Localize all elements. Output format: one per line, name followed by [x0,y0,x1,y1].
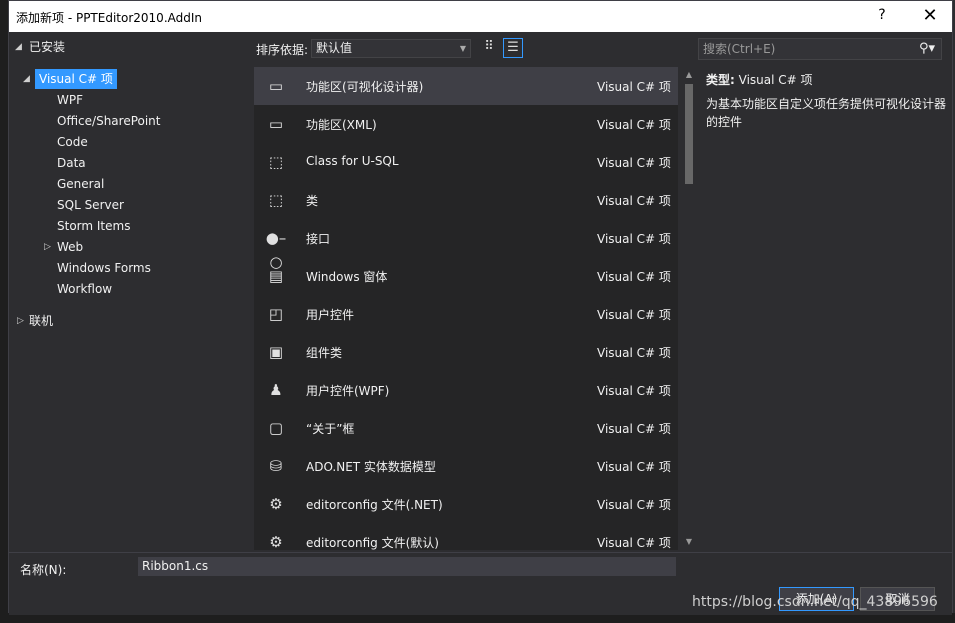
interface-icon: ●–○ [265,229,287,271]
tree-item-sql-server[interactable]: SQL Server [57,195,124,215]
wpf-user-control-icon: ♟ [269,381,283,399]
title-bar: 添加新项 - PPTEditor2010.AddIn ? ✕ [9,1,952,32]
template-type: Visual C# 项 [597,80,671,94]
template-name: editorconfig 文件(.NET) [306,498,443,512]
collapse-arrow-icon[interactable]: ▷ [17,316,24,326]
template-row-ribbon-visual[interactable]: ▭ 功能区(可视化设计器) Visual C# 项 [254,67,678,105]
template-list-scrollbar[interactable]: ▲ ▼ [682,67,696,550]
form-icon: ▤ [268,267,284,285]
tree-item-wpf[interactable]: WPF [57,90,83,110]
template-row-ado-entity-model[interactable]: ⛁ ADO.NET 实体数据模型 Visual C# 项 [254,447,678,485]
template-name: ADO.NET 实体数据模型 [306,460,436,474]
template-type: Visual C# 项 [597,270,671,284]
entity-model-icon: ⛁ [269,457,283,475]
tree-item-general[interactable]: General [57,174,104,194]
name-input[interactable]: Ribbon1.cs [138,557,676,576]
template-row-class[interactable]: ⬚ 类 Visual C# 项 [254,181,678,219]
template-type: Visual C# 项 [597,194,671,208]
sort-label: 排序依据: [256,43,309,57]
help-button[interactable]: ? [868,7,896,23]
dropdown-arrow-icon: ▼ [459,44,466,53]
sort-value: 默认值 [316,41,353,55]
window-title: 添加新项 - PPTEditor2010.AddIn [16,11,203,25]
details-type-line: 类型: Visual C# 项 [706,71,946,89]
details-description: 为基本功能区自定义项任务提供可视化设计器的控件 [706,97,947,129]
template-name: “关于”框 [306,422,355,436]
component-icon: ▣ [268,343,284,361]
template-row-component-class[interactable]: ▣ 组件类 Visual C# 项 [254,333,678,371]
search-input[interactable]: 搜索(Ctrl+E) ⚲▾ [698,38,942,60]
template-name: 用户控件 [306,308,355,322]
background-editor-strip [0,0,8,623]
tree-item-data[interactable]: Data [57,153,86,173]
scroll-down-icon[interactable]: ▼ [682,537,696,546]
template-row-user-control[interactable]: ◰ 用户控件 Visual C# 项 [254,295,678,333]
add-new-item-dialog: 添加新项 - PPTEditor2010.AddIn ? ✕ ◢ 已安装 ◢ V… [8,0,953,615]
about-box-icon: ▢ [268,419,284,437]
template-type: Visual C# 项 [597,156,671,170]
template-row-windows-form[interactable]: ▤ Windows 窗体 Visual C# 项 [254,257,678,295]
user-control-icon: ◰ [268,305,284,323]
sort-dropdown[interactable]: 默认值 ▼ [311,39,471,58]
template-type: Visual C# 项 [597,460,671,474]
template-row-interface[interactable]: ●–○ 接口 Visual C# 项 [254,219,678,271]
tree-item-installed[interactable]: 已安装 [29,37,65,57]
template-row-about-box[interactable]: ▢ “关于”框 Visual C# 项 [254,409,678,447]
small-icons-view-button[interactable]: ⠿ [479,38,499,58]
expand-arrow-icon[interactable]: ◢ [15,42,22,52]
details-type-value: Visual C# 项 [738,73,813,87]
template-row-user-control-wpf[interactable]: ♟ 用户控件(WPF) Visual C# 项 [254,371,678,409]
tree-item-web[interactable]: Web [57,237,83,257]
ribbon-icon: ▭ [268,115,284,133]
template-type: Visual C# 项 [597,498,671,512]
close-button[interactable]: ✕ [916,5,944,26]
category-tree: ◢ 已安装 ◢ Visual C# 项 WPF Office/SharePoin… [9,32,247,550]
template-row-ribbon-xml[interactable]: ▭ 功能区(XML) Visual C# 项 [254,105,678,143]
template-name: 组件类 [306,346,343,360]
template-row-editorconfig-default[interactable]: ⚙ editorconfig 文件(默认) Visual C# 项 [254,523,678,550]
template-name: Class for U-SQL [306,154,399,168]
ribbon-icon: ▭ [268,77,284,95]
search-icon[interactable]: ⚲▾ [919,39,935,59]
template-type: Visual C# 项 [597,232,671,246]
watermark-text: https://blog.csdn.net/qq_43896596 [692,594,938,610]
template-row-class-usql[interactable]: ⬚ Class for U-SQL Visual C# 项 [254,143,678,181]
scroll-up-icon[interactable]: ▲ [682,70,696,79]
template-type: Visual C# 项 [597,422,671,436]
scrollbar-thumb[interactable] [685,84,693,184]
tree-item-workflow[interactable]: Workflow [57,279,112,299]
tree-item-storm-items[interactable]: Storm Items [57,216,130,236]
template-name: 功能区(可视化设计器) [306,80,424,94]
template-type: Visual C# 项 [597,118,671,132]
tree-item-office-sharepoint[interactable]: Office/SharePoint [57,111,161,131]
details-panel: 类型: Visual C# 项 为基本功能区自定义项任务提供可视化设计器的控件 [706,71,946,131]
details-type-label: 类型: [706,73,735,87]
template-name: 接口 [306,232,331,246]
template-type: Visual C# 项 [597,346,671,360]
collapse-arrow-icon[interactable]: ▷ [44,242,51,252]
tree-item-visual-csharp[interactable]: Visual C# 项 [35,69,117,89]
template-type: Visual C# 项 [597,384,671,398]
name-label: 名称(N): [20,563,67,577]
expand-arrow-icon[interactable]: ◢ [23,74,30,84]
template-list: ▭ 功能区(可视化设计器) Visual C# 项 ▭ 功能区(XML) Vis… [254,67,678,550]
tree-item-online[interactable]: 联机 [29,311,53,331]
list-view-button[interactable]: ☰ [503,38,523,58]
template-type: Visual C# 项 [597,308,671,322]
config-file-icon: ⚙ [269,533,283,550]
template-name: editorconfig 文件(默认) [306,536,439,550]
template-name: 功能区(XML) [306,118,377,132]
template-name: 类 [306,194,319,208]
template-type: Visual C# 项 [597,536,671,550]
config-file-icon: ⚙ [269,495,283,513]
template-row-editorconfig-net[interactable]: ⚙ editorconfig 文件(.NET) Visual C# 项 [254,485,678,523]
template-name: 用户控件(WPF) [306,384,390,398]
template-name: Windows 窗体 [306,270,388,284]
tree-item-windows-forms[interactable]: Windows Forms [57,258,151,278]
search-placeholder: 搜索(Ctrl+E) [703,42,776,56]
tree-item-code[interactable]: Code [57,132,88,152]
csharp-class-icon: ⬚ [268,153,284,171]
csharp-class-icon: ⬚ [268,191,284,209]
